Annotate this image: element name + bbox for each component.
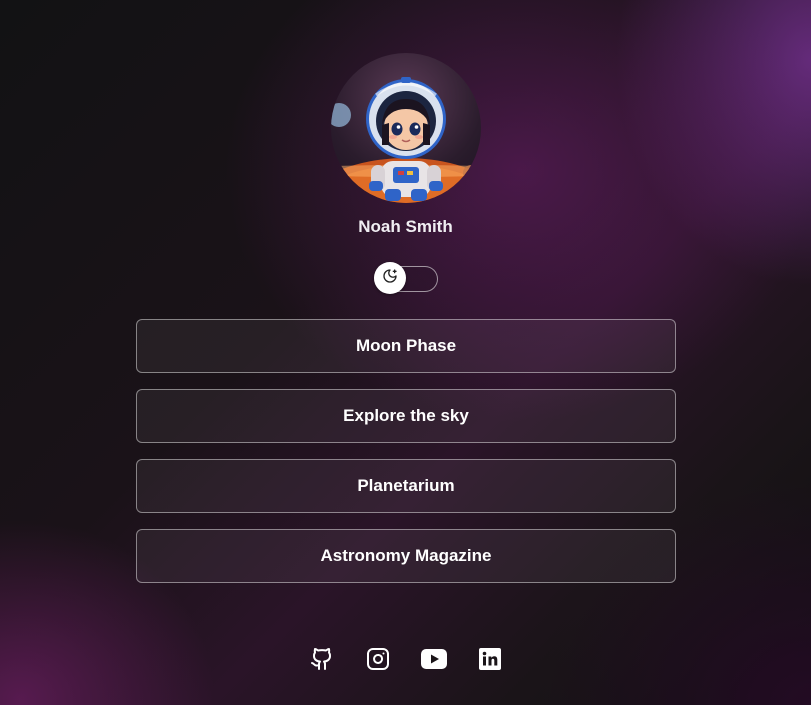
link-list: Moon Phase Explore the sky Planetarium A… [136, 319, 676, 599]
link-button-explore-the-sky[interactable]: Explore the sky [136, 389, 676, 443]
instagram-icon[interactable] [365, 646, 391, 672]
link-button-moon-phase[interactable]: Moon Phase [136, 319, 676, 373]
link-button-planetarium[interactable]: Planetarium [136, 459, 676, 513]
astronaut-avatar-image [331, 77, 481, 203]
link-button-astronomy-magazine[interactable]: Astronomy Magazine [136, 529, 676, 583]
social-links [309, 646, 503, 672]
theme-toggle[interactable] [374, 262, 438, 294]
theme-toggle-knob[interactable] [374, 262, 406, 294]
moon-icon [382, 268, 398, 289]
profile-avatar [331, 53, 481, 203]
linkedin-icon[interactable] [477, 646, 503, 672]
youtube-icon[interactable] [421, 646, 447, 672]
profile-name: Noah Smith [358, 217, 453, 236]
github-icon[interactable] [309, 646, 335, 672]
